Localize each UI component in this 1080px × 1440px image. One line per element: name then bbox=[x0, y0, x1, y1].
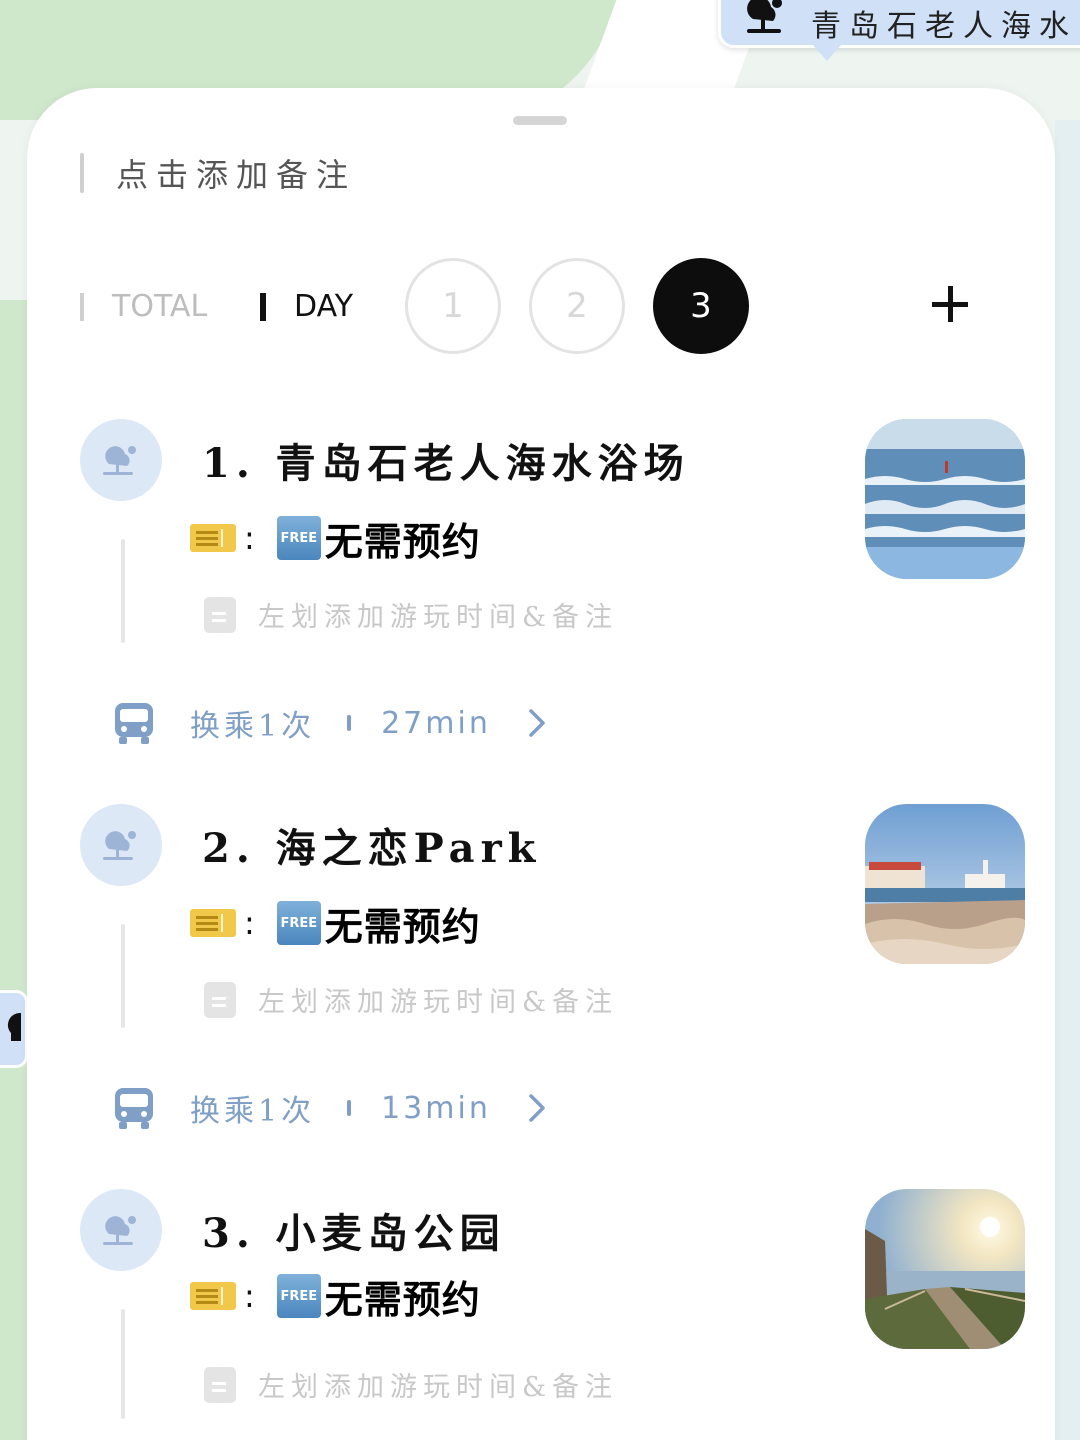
timeline-line bbox=[121, 924, 125, 1028]
park-pin-icon bbox=[7, 1012, 21, 1041]
ticket-icon bbox=[190, 1282, 236, 1310]
ticket-icon bbox=[190, 909, 236, 937]
memo-icon bbox=[204, 1366, 236, 1403]
map-location-marker[interactable] bbox=[0, 990, 28, 1068]
note-placeholder: 点击添加备注 bbox=[116, 156, 357, 194]
reservation-status: 无需预约 bbox=[324, 904, 481, 949]
add-note-field[interactable]: 点击添加备注 bbox=[80, 152, 356, 194]
transit-separator bbox=[347, 715, 352, 731]
transit-route[interactable]: 换乘1次 13min bbox=[112, 1083, 547, 1133]
map-location-callout[interactable]: 青岛石老人海水 bbox=[718, 0, 1080, 61]
park-pin-icon bbox=[103, 446, 136, 475]
ticket-info: : FREE 无需预约 bbox=[190, 1273, 481, 1322]
tab-day-label: DAY bbox=[294, 289, 354, 324]
park-pin-icon bbox=[739, 0, 789, 39]
memo-hint[interactable]: 左划添加游玩时间&备注 bbox=[204, 1365, 618, 1404]
map-callout-label: 青岛石老人海水 bbox=[811, 9, 1077, 44]
free-badge: FREE bbox=[276, 901, 321, 945]
seaside-rocks-photo[interactable] bbox=[865, 804, 1025, 964]
ticket-colon: : bbox=[244, 519, 255, 557]
transfer-count: 换乘1次 bbox=[190, 1094, 316, 1129]
day-2-button[interactable]: 2 bbox=[529, 258, 625, 354]
reservation-status: 无需预约 bbox=[324, 1277, 481, 1322]
sheet-drag-handle[interactable] bbox=[513, 116, 567, 125]
memo-hint-text: 左划添加游玩时间&备注 bbox=[258, 602, 619, 633]
tab-indicator bbox=[80, 292, 84, 321]
chevron-right-icon bbox=[529, 709, 545, 737]
memo-hint-text: 左划添加游玩时间&备注 bbox=[258, 1372, 619, 1403]
itinerary-sheet: 点击添加备注 TOTAL DAY 1 2 3 1. 青岛石老人海水浴场: FR… bbox=[27, 88, 1055, 1440]
park-pin-icon bbox=[103, 1216, 136, 1245]
timeline-line bbox=[121, 1309, 125, 1419]
transit-separator bbox=[347, 1100, 352, 1116]
ticket-colon: : bbox=[244, 1277, 255, 1315]
bus-icon bbox=[115, 703, 153, 744]
day-tabs: TOTAL DAY 1 2 3 bbox=[80, 256, 980, 356]
add-day-button[interactable] bbox=[930, 284, 970, 324]
place-name: 2. 海之恋Park bbox=[202, 825, 542, 872]
place-icon bbox=[80, 804, 162, 886]
place-name: 3. 小麦岛公园 bbox=[202, 1210, 506, 1257]
memo-icon bbox=[204, 981, 236, 1018]
transfer-count: 换乘1次 bbox=[190, 709, 316, 744]
memo-icon bbox=[204, 596, 236, 633]
ticket-colon: : bbox=[244, 904, 255, 942]
place-name: 1. 青岛石老人海水浴场 bbox=[202, 440, 690, 487]
note-divider bbox=[80, 153, 84, 193]
day-1-button[interactable]: 1 bbox=[405, 258, 501, 354]
day-3-button[interactable]: 3 bbox=[653, 258, 749, 354]
memo-hint[interactable]: 左划添加游玩时间&备注 bbox=[204, 595, 618, 634]
transit-route[interactable]: 换乘1次 27min bbox=[112, 698, 547, 748]
place-card[interactable]: 3. 小麦岛公园 : FREE 无需预约 左划添加游玩时间&备注 bbox=[80, 1189, 1025, 1419]
ticket-info: : FREE 无需预约 bbox=[190, 900, 481, 949]
place-icon bbox=[80, 1189, 162, 1271]
chevron-right-icon bbox=[529, 1094, 545, 1122]
memo-hint-text: 左划添加游玩时间&备注 bbox=[258, 987, 619, 1018]
sunset-path-photo[interactable] bbox=[865, 1189, 1025, 1349]
transit-duration: 27min bbox=[381, 705, 491, 741]
reservation-status: 无需预约 bbox=[324, 519, 481, 564]
tab-total-label: TOTAL bbox=[112, 289, 208, 324]
memo-hint[interactable]: 左划添加游玩时间&备注 bbox=[204, 980, 618, 1019]
park-pin-icon bbox=[103, 831, 136, 860]
place-icon bbox=[80, 419, 162, 501]
tab-indicator bbox=[260, 292, 266, 321]
free-badge: FREE bbox=[276, 1274, 321, 1318]
tab-day[interactable]: DAY bbox=[260, 289, 353, 324]
free-badge: FREE bbox=[276, 516, 321, 560]
map-water-area bbox=[1055, 120, 1080, 1440]
timeline-line bbox=[121, 539, 125, 643]
transit-duration: 13min bbox=[381, 1090, 491, 1126]
place-card[interactable]: 1. 青岛石老人海水浴场 : FREE 无需预约 左划添加游玩时间&备注 bbox=[80, 419, 1025, 649]
beach-photo[interactable] bbox=[865, 419, 1025, 579]
ticket-info: : FREE 无需预约 bbox=[190, 515, 481, 564]
map-park-area bbox=[0, 300, 27, 1440]
ticket-icon bbox=[190, 524, 236, 552]
place-card[interactable]: 2. 海之恋Park : FREE 无需预约 左划添加游玩时间&备注 bbox=[80, 804, 1025, 1034]
bus-icon bbox=[115, 1088, 153, 1129]
tab-total[interactable]: TOTAL bbox=[80, 289, 207, 324]
